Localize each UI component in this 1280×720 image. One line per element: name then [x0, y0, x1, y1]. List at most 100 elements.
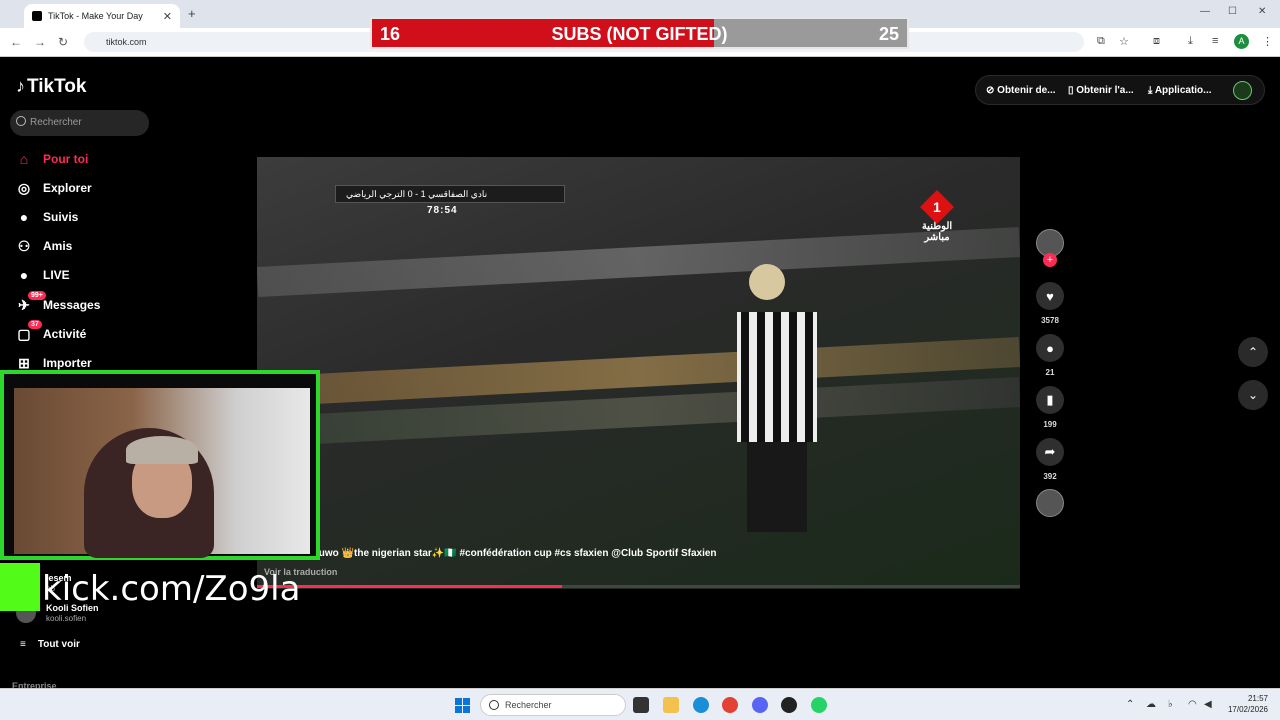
video-progress-fill	[257, 585, 563, 588]
get-coins-button[interactable]: ⊘ Obtenir de...	[986, 85, 1056, 96]
tiktok-logo[interactable]: ♪ TikTok	[16, 76, 86, 98]
sidebar-item-suivis[interactable]: ● Suivis	[14, 206, 79, 228]
sidebar-item-activit-[interactable]: ▢ 37 Activité	[14, 320, 87, 345]
heart-icon: ♥	[1036, 282, 1064, 310]
desktop-app-button[interactable]: ⤓ Applicatio...	[1148, 85, 1212, 96]
forward-arrow-icon[interactable]: →	[34, 35, 46, 49]
see-all-label: Tout voir	[37, 639, 80, 650]
webcam-overlay	[0, 370, 320, 560]
sub-goal-bar: 16 SUBS (NOT GIFTED) 25	[370, 17, 909, 49]
desktop-app-label: Applicatio...	[1154, 85, 1212, 96]
back-arrow-icon[interactable]: ←	[10, 35, 22, 49]
match-scoreboard: نادي الصفاقسي 1 - 0 الترجي الرياضي	[335, 185, 565, 203]
get-coins-label: Obtenir de...	[997, 85, 1056, 96]
follow-plus-icon[interactable]: +	[1043, 253, 1057, 267]
sidebar-item-explorer[interactable]: ◎ Explorer	[14, 177, 92, 199]
channel-number: 1	[933, 198, 941, 215]
chevron-up-icon[interactable]: ⌃	[1238, 337, 1268, 367]
windows-start-icon[interactable]	[455, 698, 470, 713]
video-progress-bar[interactable]	[257, 585, 1020, 588]
microphone-icon[interactable]: ♭	[1168, 699, 1173, 710]
clock-time: 21:57	[1247, 694, 1268, 703]
get-app-label: Obtenir l'a...	[1076, 85, 1134, 96]
like-button[interactable]: ♥ 3578	[1036, 282, 1064, 325]
sidebar-item-messages[interactable]: ✈ 99+ Messages	[14, 291, 101, 316]
video-caption: luwo 👑the nigerian star✨🇳🇬 #confédératio…	[316, 548, 717, 559]
obs-icon[interactable]	[781, 697, 797, 713]
messages-icon: ✈ 99+	[14, 291, 46, 315]
notification-badge: 99+	[28, 291, 46, 300]
save-count: 199	[1043, 420, 1057, 429]
extensions-icon[interactable]: ⧈	[1153, 35, 1160, 48]
sound-disc-avatar[interactable]	[1036, 489, 1064, 517]
search-icon	[16, 116, 26, 126]
see-all-link[interactable]: ≡ Tout voir	[20, 639, 92, 650]
notification-badge: 37	[28, 320, 42, 329]
comment-icon: ●	[1036, 334, 1064, 362]
get-app-button[interactable]: ▯ Obtenir l'a...	[1068, 85, 1134, 96]
new-tab-button[interactable]: +	[188, 6, 196, 21]
home-icon: ⌂	[19, 151, 29, 167]
discord-icon[interactable]	[752, 697, 768, 713]
browser-tab[interactable]: TikTok - Make Your Day ✕	[24, 4, 180, 28]
install-app-icon[interactable]: ⧉	[1097, 35, 1105, 48]
tab-close-icon[interactable]: ✕	[163, 10, 172, 23]
browser-account-avatar[interactable]: A	[1234, 34, 1249, 49]
taskbar-search-input[interactable]: Rechercher	[480, 694, 626, 716]
chrome-browser-icon[interactable]	[722, 697, 738, 713]
share-count: 392	[1043, 472, 1057, 481]
tiktok-logo-text: TikTok	[27, 76, 87, 97]
video-player[interactable]: نادي الصفاقسي 1 - 0 الترجي الرياضي 78:54…	[257, 157, 1020, 589]
like-count: 3578	[1041, 316, 1059, 325]
search-input[interactable]: Rechercher	[10, 110, 149, 136]
sidebar-item-label: Suivis	[43, 210, 79, 224]
maximize-button[interactable]: ☐	[1228, 6, 1237, 17]
sub-goal-target: 25	[878, 24, 899, 44]
reading-list-icon[interactable]: ≡	[1212, 35, 1218, 47]
task-view-icon[interactable]	[633, 697, 649, 713]
sub-goal-title: SUBS (NOT GIFTED)	[551, 24, 728, 44]
bookmark-star-icon[interactable]: ☆	[1119, 35, 1129, 48]
sidebar-item-label: Explorer	[43, 181, 92, 195]
player-figure	[737, 264, 817, 532]
downloads-icon[interactable]: ⤓	[1188, 35, 1193, 48]
kick-url-text: kick.com/Zo9la	[42, 569, 301, 609]
sidebar-item-label: LIVE	[43, 268, 70, 282]
sidebar-item-label: Activité	[43, 327, 87, 341]
volume-icon[interactable]: ◀	[1204, 699, 1212, 710]
tiktok-note-icon: ♪	[16, 76, 25, 96]
windows-taskbar: Rechercher ⌃ ☁ ♭ ◠ ◀ 21:57 17/02/2026	[0, 688, 1280, 720]
suggested-account-handle: kooli.sofien	[46, 614, 87, 623]
minimize-button[interactable]: —	[1200, 6, 1210, 17]
taskbar-clock[interactable]: 21:57 17/02/2026	[1222, 693, 1268, 715]
share-button[interactable]: ➦ 392	[1036, 438, 1064, 481]
sidebar-item-pour-toi[interactable]: ⌂ Pour toi	[14, 148, 89, 170]
save-button[interactable]: ▮ 199	[1036, 386, 1064, 429]
share-arrow-icon: ➦	[1036, 438, 1064, 466]
whatsapp-icon[interactable]	[811, 697, 827, 713]
chevron-down-icon[interactable]: ⌄	[1238, 380, 1268, 410]
wifi-icon[interactable]: ◠	[1188, 699, 1197, 710]
edge-browser-icon[interactable]	[693, 697, 709, 713]
comment-button[interactable]: ● 21	[1036, 334, 1064, 377]
tiktok-favicon-icon	[32, 11, 42, 21]
close-window-button[interactable]: ✕	[1258, 6, 1266, 17]
tray-chevron-up-icon[interactable]: ⌃	[1126, 699, 1134, 710]
sidebar-item-live[interactable]: ● LIVE	[14, 264, 70, 286]
kick-logo-icon	[0, 563, 40, 611]
clock-date: 17/02/2026	[1227, 705, 1268, 714]
channel-logo: 1 الوطنية مباشر	[917, 190, 957, 243]
tab-title: TikTok - Make Your Day	[48, 11, 143, 21]
network-icon[interactable]: ☁	[1146, 699, 1156, 710]
menu-dots-icon[interactable]: ⋮	[1262, 35, 1273, 48]
file-explorer-icon[interactable]	[663, 697, 679, 713]
sidebar-item-label: Importer	[43, 356, 92, 370]
reload-icon[interactable]: ↻	[58, 35, 68, 49]
sidebar-item-label: Messages	[43, 298, 101, 312]
profile-avatar[interactable]	[1233, 81, 1252, 100]
search-icon	[489, 700, 499, 710]
activity-icon: ▢ 37	[14, 320, 42, 344]
webcam-feed	[14, 388, 310, 558]
sidebar-item-label: Amis	[43, 239, 73, 253]
sidebar-item-amis[interactable]: ⚇ Amis	[14, 235, 73, 257]
